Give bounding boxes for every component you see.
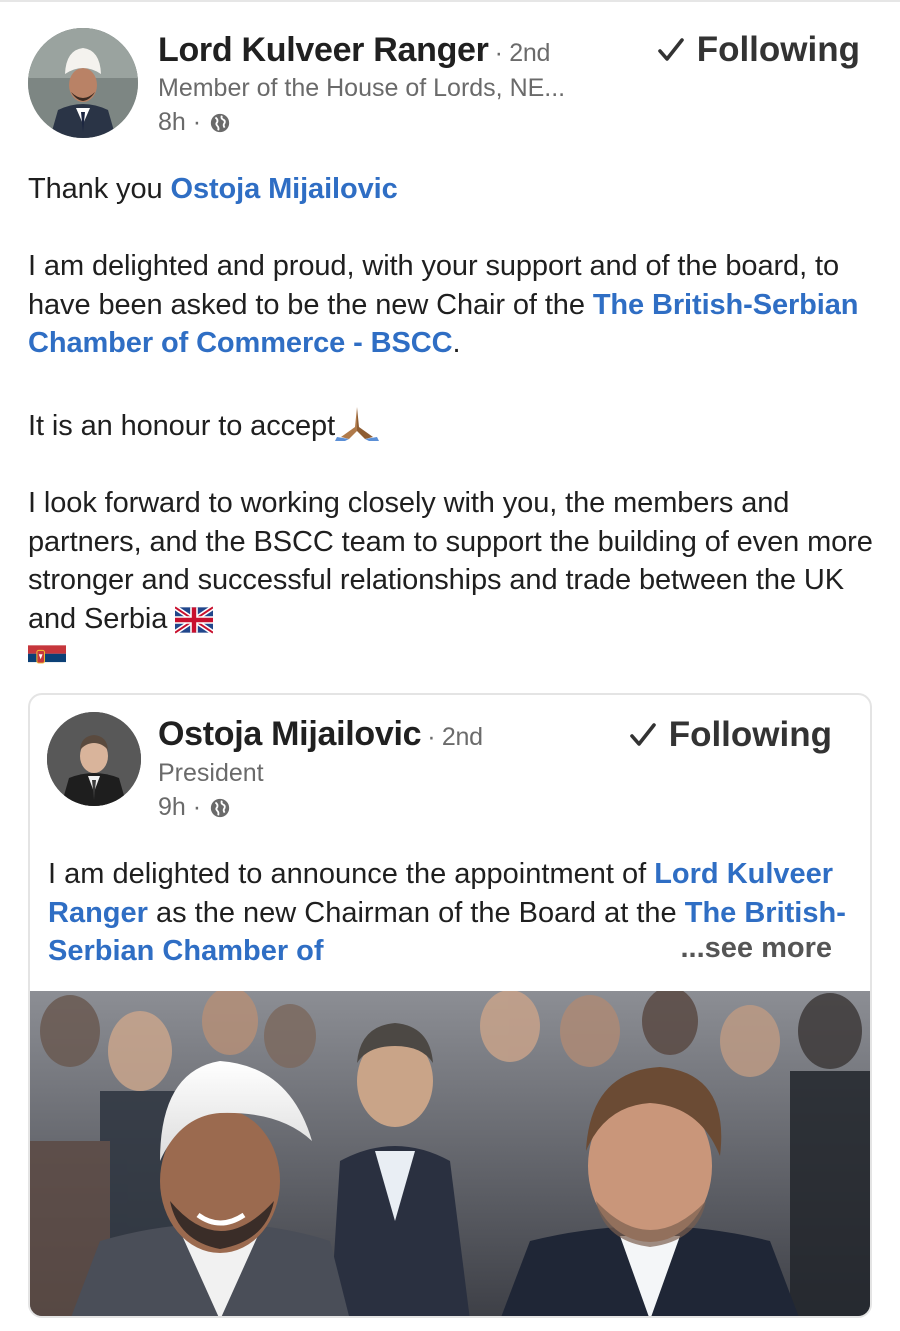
thanks-text: Thank you <box>28 173 171 205</box>
honour-text: It is an honour to accept <box>28 410 336 442</box>
mention-ostoja[interactable]: Ostoja Mijailovic <box>170 173 397 205</box>
shared-following-label: Following <box>668 715 832 754</box>
connection-degree: · 2nd <box>494 39 551 67</box>
post-time: 8h · <box>158 108 202 136</box>
following-button[interactable]: Following <box>655 30 860 70</box>
forward-text: I look forward to working closely with y… <box>28 487 873 635</box>
uk-flag-emoji <box>175 605 214 634</box>
post-body: Thank you Ostoja Mijailovic I am delight… <box>28 170 878 677</box>
shared-author-name[interactable]: Ostoja Mijailovic · 2nd <box>158 715 483 754</box>
post-paragraph-forward: I look forward to working closely with y… <box>28 484 878 677</box>
shared-text-prefix: I am delighted to announce the appointme… <box>48 858 655 890</box>
chair-suffix: . <box>452 327 461 359</box>
serbia-flag-emoji <box>28 645 66 671</box>
check-icon <box>657 38 684 61</box>
shared-connection-degree: · 2nd <box>427 723 483 751</box>
post-paragraph-honour: It is an honour to accept <box>28 401 878 446</box>
author-name-text[interactable]: Lord Kulveer Ranger <box>158 31 489 69</box>
shared-post-card[interactable]: Ostoja Mijailovic · 2nd President 9h · Fo… <box>28 693 872 1318</box>
check-icon <box>629 723 656 746</box>
globe-icon <box>210 798 230 817</box>
post-line-thanks: Thank you Ostoja Mijailovic <box>28 170 878 209</box>
globe-icon <box>210 113 230 132</box>
author-headline: Member of the House of Lords, NE... <box>158 74 566 102</box>
author-name[interactable]: Lord Kulveer Ranger · 2nd <box>158 31 550 70</box>
shared-text-middle: as the new Chairman of the Board at the <box>147 896 685 929</box>
shared-author-headline: President <box>158 759 264 787</box>
shared-post-time: 9h · <box>158 793 202 821</box>
shared-author-avatar[interactable] <box>47 712 141 806</box>
shared-post-photo[interactable] <box>30 991 870 1316</box>
shared-post-meta: 9h · <box>158 793 231 822</box>
post-paragraph-chair: I am delighted and proud, with your supp… <box>28 247 878 363</box>
shared-following-button[interactable]: Following <box>627 715 832 755</box>
shared-author-name-text[interactable]: Ostoja Mijailovic <box>158 715 422 753</box>
following-label: Following <box>696 30 860 69</box>
author-avatar[interactable] <box>28 28 138 138</box>
post-header: Lord Kulveer Ranger · 2nd Member of the H… <box>0 0 900 150</box>
see-more-link[interactable]: ...see more <box>662 932 832 965</box>
folded-hands-emoji <box>335 407 380 441</box>
post-meta: 8h · <box>158 108 231 137</box>
